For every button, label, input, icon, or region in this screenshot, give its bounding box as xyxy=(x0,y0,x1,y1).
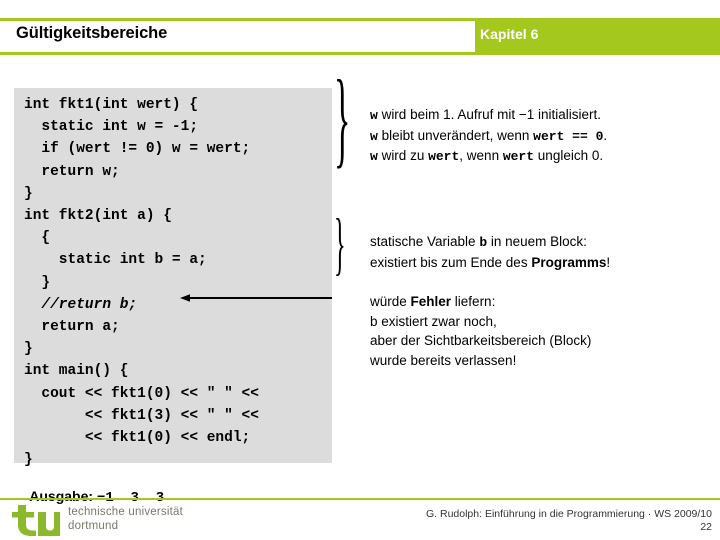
code-line: cout << fkt1(0) << " " << xyxy=(24,385,259,402)
note-w-behaviour: w wird beim 1. Aufruf mit −1 initialisie… xyxy=(370,105,715,167)
code-line: } xyxy=(24,341,33,358)
note-error-line2: b existiert zwar noch, xyxy=(370,313,497,329)
note-error-emphasis: Fehler xyxy=(410,294,452,309)
code-line: return a; xyxy=(24,319,120,336)
brace-fkt1: } xyxy=(334,59,351,179)
note-w-var-2: w xyxy=(370,128,378,144)
code-line: int fkt2(int a) { xyxy=(24,208,172,225)
note-w-text-3c: ungleich 0. xyxy=(534,148,604,163)
note-static-emphasis: Programms xyxy=(531,254,607,270)
note-static-text-1: statische Variable xyxy=(370,234,480,249)
tu-dortmund-logo: technische universität dortmund xyxy=(12,503,212,537)
code-line: } xyxy=(24,274,51,291)
note-w-var-3: w xyxy=(370,149,378,164)
code-listing: int fkt1(int wert) { static int w = -1; … xyxy=(14,88,332,468)
note-error-text-1b: liefern: xyxy=(451,294,496,309)
note-w-text-2b: . xyxy=(603,127,608,143)
note-w-text-3b: , wenn xyxy=(459,148,503,163)
note-error-line4: wurde bereits verlassen! xyxy=(370,352,517,368)
note-w-line1: w wird beim 1. Aufruf mit −1 initialisie… xyxy=(370,105,715,126)
footer-page-number: 22 xyxy=(700,521,712,533)
code-line: static int b = a; xyxy=(24,252,207,269)
note-error-line1: würde Fehler liefern: xyxy=(370,292,715,312)
brace-fkt2: } xyxy=(334,204,346,283)
code-line: int fkt1(int wert) { xyxy=(24,97,199,113)
tu-logo-mark xyxy=(12,505,60,536)
header-bottom-rule xyxy=(0,52,720,55)
tu-wordmark: technische universität dortmund xyxy=(68,506,183,533)
note-static-block: statische Variable b in neuem Block: exi… xyxy=(370,232,715,272)
chapter-label: Kapitel 6 xyxy=(480,26,539,42)
note-static-var-b: b xyxy=(479,235,488,250)
code-line: static int w = -1; xyxy=(24,119,199,136)
output-label: Ausgabe: xyxy=(29,488,97,504)
note-w-code-3a: wert xyxy=(428,149,460,164)
note-w-text-1: wird beim 1. Aufruf mit −1 initialisiert… xyxy=(377,107,602,122)
note-static-text-2: existiert bis zum Ende des xyxy=(370,254,532,270)
note-error-block: würde Fehler liefern: b existiert zwar n… xyxy=(370,292,715,370)
code-line: int main() { xyxy=(24,363,129,380)
note-static-line1: statische Variable b in neuem Block: xyxy=(370,232,715,253)
code-line: << fkt1(0) << endl; xyxy=(24,430,251,447)
note-w-line3: w wird zu wert, wenn wert ungleich 0. xyxy=(370,146,715,167)
note-w-text-3: wird zu xyxy=(377,148,429,163)
note-static-text-1b: in neuem Block: xyxy=(487,234,587,249)
code-line: { xyxy=(24,230,51,247)
code-line: } xyxy=(24,185,33,202)
note-w-text-2: bleibt unverändert, wenn xyxy=(377,127,534,143)
note-static-text-2b: ! xyxy=(606,254,611,270)
note-error-text-1: würde xyxy=(370,294,411,309)
tu-wordmark-line2: dortmund xyxy=(68,519,119,532)
code-line: } xyxy=(24,452,33,469)
note-w-code-2: wert == 0 xyxy=(533,128,604,144)
program-output: Ausgabe: −1 3 3 xyxy=(22,472,164,506)
code-line: if (wert != 0) w = wert; xyxy=(24,141,251,158)
note-error-line3: aber der Sichtbarkeitsbereich (Block) xyxy=(370,333,592,348)
slide-header: Gültigkeitsbereiche Kapitel 6 xyxy=(0,18,720,55)
arrow-to-commented-return xyxy=(180,294,332,302)
note-w-code-3b: wert xyxy=(502,149,535,164)
tu-wordmark-line1: technische universität xyxy=(68,506,183,518)
footer-rule xyxy=(0,498,720,500)
footer-credit: G. Rudolph: Einführung in die Programmie… xyxy=(426,508,712,520)
code-line: return w; xyxy=(24,163,120,180)
note-w-line2: w bleibt unverändert, wenn wert == 0. xyxy=(370,126,715,147)
note-w-var-1: w xyxy=(370,108,378,123)
note-static-line2: existiert bis zum Ende des Programms! xyxy=(370,253,715,273)
code-line: << fkt1(3) << " " << xyxy=(24,407,259,424)
page-title: Gültigkeitsbereiche xyxy=(16,24,168,42)
